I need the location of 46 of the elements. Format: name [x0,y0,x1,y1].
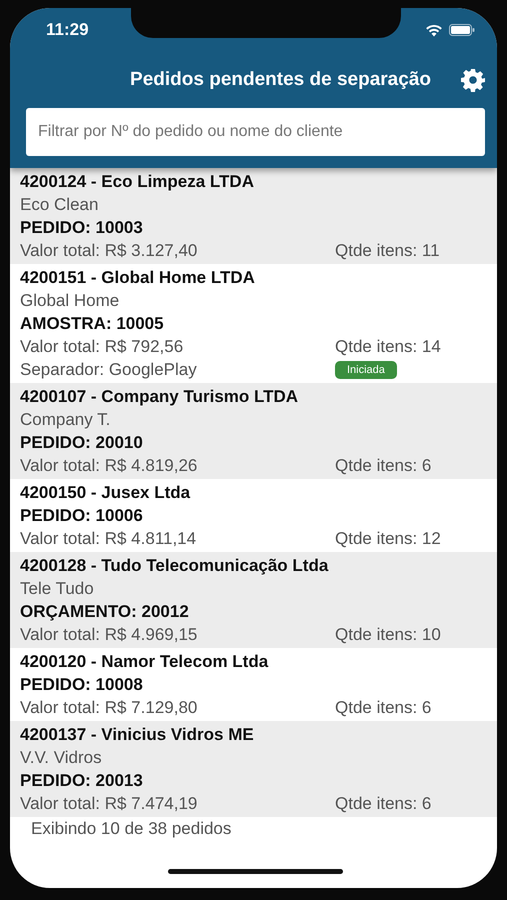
order-total: Valor total: R$ 7.474,19 [20,793,198,815]
order-total: Valor total: R$ 792,56 [20,336,184,358]
wifi-icon [425,24,443,36]
order-count: Exibindo 10 de 38 pedidos [31,819,232,839]
order-total: Valor total: R$ 7.129,80 [20,697,198,719]
page-title: Pedidos pendentes de separação [130,69,431,91]
order-total: Valor total: R$ 4.819,26 [20,455,198,477]
item-count: Qtde itens: 6 [335,793,432,815]
order-client: 4200151 - Global Home LTDA [20,267,256,289]
order-row[interactable]: 4200137 - Vinicius Vidros ME V.V. Vidros PEDIDO: 20013 Valor total: R$ 7.474,19 Qtde itens: 6 [10,721,497,817]
item-count: Qtde itens: 11 [335,240,441,262]
item-count: Qtde itens: 10 [335,624,442,646]
client-nickname: V.V. Vidros [20,747,103,769]
order-total: Valor total: R$ 4.811,14 [20,528,198,550]
order-row[interactable]: 4200128 - Tudo Telecomunicação Ltda Tele Tudo ORÇAMENTO: 20012 Valor total: R$ 4.969,15 Qtde itens: 10 [10,552,497,648]
order-client: 4200120 - Namor Telecom Ltda [20,651,270,673]
order-client: 4200124 - Eco Limpeza LTDA [20,171,255,193]
client-nickname: Tele Tudo [20,578,95,600]
item-count: Qtde itens: 6 [335,455,432,477]
item-count: Qtde itens: 12 [335,528,442,550]
order-row[interactable]: 4200124 - Eco Limpeza LTDA Eco Clean PEDIDO: 10003 Valor total: R$ 3.127,40 Qtde itens: 11 [10,168,497,264]
order-number: ORÇAMENTO: 20012 [20,601,190,623]
order-number: PEDIDO: 10006 [20,505,144,527]
item-count: Qtde itens: 6 [335,697,432,719]
separator-name: Separador: GooglePlay [20,359,198,381]
client-nickname: Eco Clean [20,194,100,216]
search-field[interactable]: Filtrar por Nº do pedido ou nome do cliente [26,108,485,156]
order-number: PEDIDO: 20010 [20,432,144,454]
item-count: Qtde itens: 14 [335,336,442,358]
battery-icon [449,24,475,36]
client-nickname: Global Home [20,290,120,312]
order-number: AMOSTRA: 10005 [20,313,165,335]
status-badge: Iniciada [335,360,397,378]
order-client: 4200128 - Tudo Telecomunicação Ltda [20,555,330,577]
client-nickname: Company T. [20,409,112,431]
order-number: PEDIDO: 10003 [20,217,144,239]
order-total: Valor total: R$ 4.969,15 [20,624,198,646]
status-time: 11:29 [46,20,89,40]
order-client: 4200137 - Vinicius Vidros ME [20,724,255,746]
order-client: 4200107 - Company Turismo LTDA [20,386,300,408]
order-total: Valor total: R$ 3.127,40 [20,240,198,262]
order-number: PEDIDO: 20013 [20,770,144,792]
order-row[interactable]: 4200107 - Company Turismo LTDA Company T. PEDIDO: 20010 Valor total: R$ 4.819,26 Qtde itens: 6 [10,383,497,479]
settings-icon[interactable] [461,68,485,92]
order-number: PEDIDO: 10008 [20,674,144,696]
order-client: 4200150 - Jusex Ltda [20,482,192,504]
